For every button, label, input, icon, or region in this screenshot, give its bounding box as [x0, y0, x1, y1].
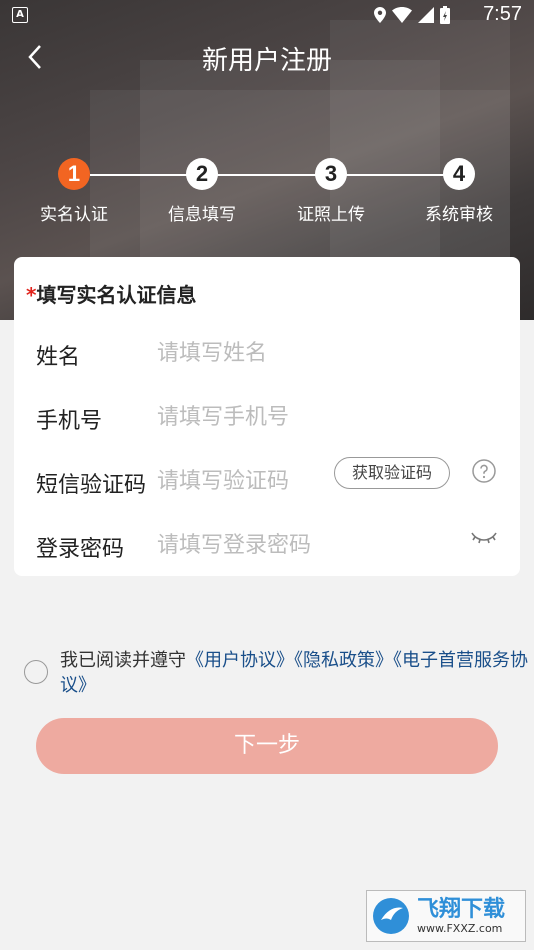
agreement-prefix: 我已阅读并遵守 — [60, 650, 186, 671]
realname-form-card: *填写实名认证信息 姓名 手机号 短信验证码 获取验证码 登录密码 — [14, 257, 520, 576]
required-mark: * — [26, 283, 37, 307]
watermark-url: www.FXXZ.com — [417, 921, 503, 935]
step-1-label: 实名认证 — [40, 205, 108, 225]
phone-input[interactable] — [157, 399, 357, 435]
step-1-dot: 1 — [58, 158, 90, 190]
sms-code-label: 短信验证码 — [36, 473, 147, 498]
privacy-policy-link[interactable]: 《隐私政策》 — [294, 650, 393, 671]
agreement-checkbox[interactable] — [24, 660, 48, 684]
password-input[interactable] — [157, 527, 357, 563]
eye-closed-icon[interactable] — [470, 531, 498, 545]
app-notification-icon: A — [12, 7, 28, 23]
get-code-button[interactable]: 获取验证码 — [334, 457, 450, 489]
help-icon[interactable] — [472, 459, 496, 483]
sms-code-row: 短信验证码 获取验证码 — [14, 449, 520, 513]
next-step-button[interactable]: 下一步 — [36, 718, 498, 774]
phone-label: 手机号 — [36, 409, 103, 434]
name-label: 姓名 — [36, 345, 81, 370]
name-row: 姓名 — [14, 321, 520, 385]
form-title: *填写实名认证信息 — [26, 279, 196, 308]
sms-code-input[interactable] — [157, 463, 317, 499]
step-2-dot: 2 — [186, 158, 218, 190]
status-time: 7:57 — [483, 3, 522, 25]
wifi-icon — [392, 7, 412, 23]
step-4-dot: 4 — [443, 158, 475, 190]
step-3-dot: 3 — [315, 158, 347, 190]
registration-steps: 1 2 3 4 实名认证 信息填写 证照上传 系统审核 — [0, 158, 534, 228]
signal-icon — [418, 7, 434, 23]
watermark: 飞翔下载 www.FXXZ.com — [366, 890, 526, 942]
step-4-label: 系统审核 — [425, 205, 493, 225]
location-icon — [374, 7, 386, 23]
watermark-name: 飞翔下载 — [417, 896, 506, 922]
step-3-label: 证照上传 — [297, 205, 365, 225]
phone-row: 手机号 — [14, 385, 520, 449]
password-row: 登录密码 — [14, 513, 520, 577]
page-title: 新用户注册 — [201, 46, 332, 76]
step-2-label: 信息填写 — [168, 205, 236, 225]
name-input[interactable] — [157, 335, 357, 371]
form-title-text: 填写实名认证信息 — [36, 283, 197, 307]
status-bar: A 7:57 — [0, 0, 534, 30]
steps-connector — [90, 174, 446, 176]
user-agreement-link[interactable]: 《用户协议》 — [186, 650, 294, 671]
battery-icon — [440, 6, 450, 24]
password-label: 登录密码 — [36, 537, 125, 562]
watermark-logo-icon — [373, 898, 409, 934]
agreement-text: 我已阅读并遵守《用户协议》《隐私政策》《电子首营服务协议》 — [60, 648, 530, 698]
